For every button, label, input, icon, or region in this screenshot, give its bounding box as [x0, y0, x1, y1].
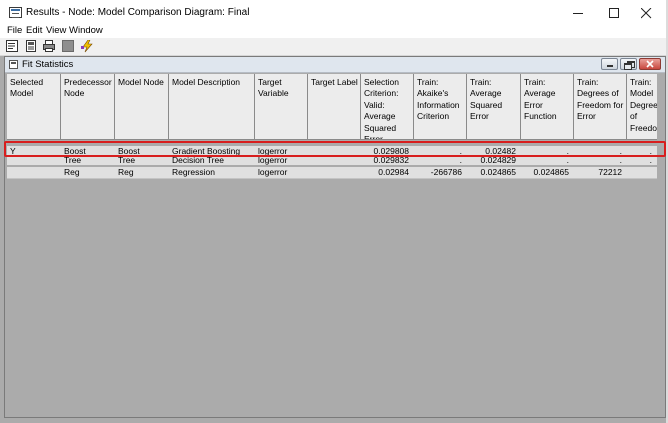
- app-icon: [9, 7, 22, 18]
- cell-train-ase: 0.024865: [480, 167, 516, 177]
- print-icon: [43, 40, 55, 52]
- close-icon: [646, 60, 654, 68]
- header-train-ase[interactable]: Train: Average Squared Error: [467, 74, 521, 140]
- close-icon: [641, 8, 652, 19]
- child-window-title: Fit Statistics: [22, 59, 74, 70]
- run-button[interactable]: [81, 39, 94, 53]
- fit-statistics-titlebar: Fit Statistics: [5, 57, 665, 73]
- cell-valid-ase: 0.029832: [373, 157, 409, 165]
- table-divider: [7, 178, 657, 179]
- cell-train-dfe: .: [619, 157, 622, 165]
- menu-edit[interactable]: Edit: [26, 25, 42, 36]
- table-icon: [9, 60, 18, 69]
- minimize-icon: [573, 13, 583, 14]
- header-target-variable[interactable]: Target Variable: [255, 74, 308, 140]
- menu-window[interactable]: Window: [69, 25, 103, 36]
- view-icon: [26, 40, 36, 52]
- table-row[interactable]: Reg Reg Regression logerror 0.02984 -266…: [7, 167, 657, 178]
- header-selected-model[interactable]: Selected Model: [7, 74, 61, 140]
- cell-train-aic: -266786: [430, 167, 462, 177]
- view-button[interactable]: [25, 40, 38, 53]
- stop-icon: [62, 40, 74, 52]
- properties-button[interactable]: [6, 40, 19, 53]
- header-train-aic[interactable]: Train: Akaike's Information Criterion: [414, 74, 467, 140]
- print-button[interactable]: [43, 40, 56, 53]
- header-predecessor-node[interactable]: Predecessor Node: [61, 74, 115, 140]
- header-model-node[interactable]: Model Node: [115, 74, 169, 140]
- stop-button[interactable]: [62, 40, 75, 53]
- header-train-error-function[interactable]: Train: Average Error Function: [521, 74, 574, 140]
- cell-train-ase: 0.024829: [480, 157, 516, 165]
- child-minimize-button[interactable]: [601, 58, 618, 70]
- cell-description: Regression: [172, 167, 215, 177]
- header-train-model-df[interactable]: Train: Model Degrees of Freedom: [627, 74, 657, 140]
- cell-train-aic: .: [459, 157, 462, 165]
- header-target-label[interactable]: Target Label: [308, 74, 361, 140]
- toolbar: [0, 38, 668, 55]
- table-row[interactable]: Tree Tree Decision Tree logerror 0.02983…: [7, 157, 657, 165]
- menu-file[interactable]: File: [7, 25, 22, 36]
- cell-target-label: [308, 167, 361, 177]
- child-restore-button[interactable]: [620, 58, 637, 70]
- header-valid-ase[interactable]: Selection Criterion: Valid: Average Squa…: [361, 74, 414, 140]
- header-model-description[interactable]: Model Description: [169, 74, 255, 140]
- window-title: Results - Node: Model Comparison Diagram…: [26, 7, 250, 18]
- cell-train-error-function: 0.024865: [533, 167, 569, 177]
- cell-predecessor: Tree: [64, 157, 82, 165]
- header-train-dfe[interactable]: Train: Degrees of Freedom for Error: [574, 74, 627, 140]
- cell-target: logerror: [258, 157, 288, 165]
- lightning-icon: [81, 39, 93, 53]
- cell-model-node: Tree: [118, 157, 136, 165]
- maximize-icon: [609, 8, 619, 18]
- child-close-button[interactable]: [639, 58, 661, 70]
- cell-valid-ase: 0.02984: [378, 167, 409, 177]
- properties-icon: [6, 40, 18, 52]
- cell-train-dfe: 72212: [598, 167, 622, 177]
- cell-model-node: Reg: [118, 167, 134, 177]
- cell-predecessor: Reg: [64, 167, 80, 177]
- menu-bar: File Edit View Window: [0, 23, 668, 39]
- cell-train-model-df: [627, 167, 657, 177]
- cell-target: logerror: [258, 167, 288, 177]
- selected-row-highlight: [4, 141, 666, 157]
- cell-train-error-function: .: [566, 157, 569, 165]
- cell-selected: [7, 167, 61, 177]
- cell-train-model-df: .: [649, 157, 652, 165]
- cell-description: Decision Tree: [172, 157, 224, 165]
- menu-view[interactable]: View: [46, 25, 66, 36]
